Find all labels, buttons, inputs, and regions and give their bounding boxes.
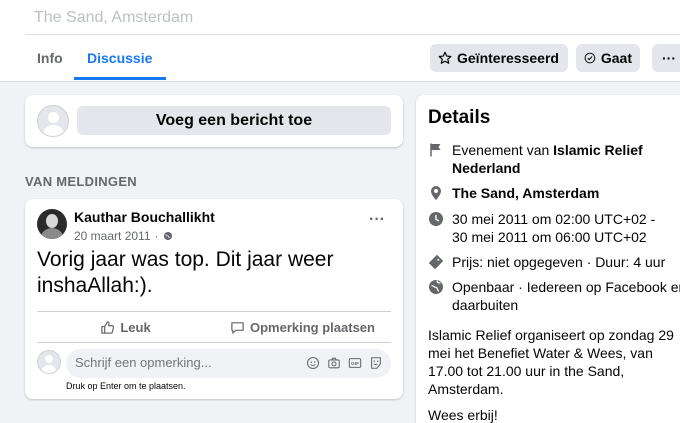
going-button[interactable]: Gaat bbox=[576, 44, 640, 72]
price-text: Prijs: niet opgegeven · Duur: 4 uur bbox=[452, 254, 666, 270]
visibility-text: Openbaar · Iedereen op Facebook en daarb… bbox=[452, 279, 680, 313]
organizer-text: Evenement van Islamic Relief Nederland bbox=[452, 141, 680, 177]
time-end: 30 mei 2011 om 06:00 UTC+02 bbox=[452, 229, 647, 245]
like-button[interactable]: Leuk bbox=[37, 312, 214, 342]
author-avatar[interactable] bbox=[37, 209, 67, 239]
location-pin-icon bbox=[431, 186, 441, 200]
commenter-avatar bbox=[37, 350, 61, 374]
organizer-prefix: Evenement van bbox=[452, 142, 554, 158]
event-description: Islamic Relief organiseert op zondag 29 … bbox=[428, 327, 674, 397]
tab-info[interactable]: Info bbox=[37, 50, 63, 66]
emoji-icon[interactable] bbox=[306, 356, 320, 370]
details-card: Details Evenement van Islamic Relief Ned… bbox=[416, 95, 680, 423]
gif-icon[interactable]: GIF bbox=[348, 356, 362, 370]
tab-discussie[interactable]: Discussie bbox=[87, 50, 152, 66]
enter-hint: Druk op Enter om te plaatsen. bbox=[66, 381, 186, 391]
comment-tools: GIF bbox=[306, 356, 383, 370]
post-card: Kauthar Bouchallikht 20 maart 2011 · ···… bbox=[25, 199, 403, 399]
location-link[interactable]: The Sand, Amsterdam bbox=[452, 184, 680, 202]
visibility-row: Openbaar · Iedereen op Facebook en daarb… bbox=[428, 278, 680, 314]
post-more-button[interactable]: ··· bbox=[369, 211, 385, 229]
comment-input[interactable] bbox=[75, 355, 275, 370]
location-row: The Sand, Amsterdam bbox=[428, 184, 680, 202]
active-tab-indicator bbox=[74, 77, 166, 80]
comment-button[interactable]: Opmerking plaatsen bbox=[214, 312, 391, 342]
going-label: Gaat bbox=[600, 50, 632, 66]
globe-icon bbox=[429, 280, 443, 294]
compose-card: Voeg een bericht toe bbox=[25, 95, 403, 147]
flag-icon bbox=[430, 143, 441, 157]
like-label: Leuk bbox=[120, 319, 151, 335]
time-start: 30 mei 2011 om 02:00 UTC+02 - bbox=[452, 211, 656, 227]
interested-button[interactable]: Geïnteresseerd bbox=[430, 44, 568, 72]
post-meta: 20 maart 2011 · bbox=[74, 229, 173, 243]
ticket-icon bbox=[428, 254, 444, 270]
event-cta: Wees erbij! bbox=[428, 407, 498, 423]
comment-icon bbox=[231, 321, 244, 334]
meta-separator: · bbox=[154, 229, 159, 243]
more-icon: ··· bbox=[662, 50, 676, 66]
globe-icon bbox=[163, 231, 172, 241]
more-options-button[interactable]: ··· bbox=[652, 44, 680, 72]
post-author[interactable]: Kauthar Bouchallikht bbox=[74, 209, 215, 225]
svg-text:GIF: GIF bbox=[351, 361, 359, 367]
check-circle-icon bbox=[584, 52, 596, 64]
time-text: 30 mei 2011 om 02:00 UTC+02 - 30 mei 2011… bbox=[452, 210, 680, 246]
thumbs-up-icon bbox=[101, 320, 115, 334]
comment-box[interactable]: GIF bbox=[66, 349, 391, 378]
time-row: 30 mei 2011 om 02:00 UTC+02 - 30 mei 2011… bbox=[428, 210, 680, 246]
post-date[interactable]: 20 maart 2011 bbox=[74, 229, 151, 243]
event-header: The Sand, Amsterdam Info Discussie Geïnt… bbox=[0, 0, 680, 82]
post-text: Vorig jaar was top. Dit jaar weer inshaA… bbox=[37, 248, 334, 297]
header-divider bbox=[26, 34, 680, 35]
details-title: Details bbox=[428, 107, 491, 128]
interested-label: Geïnteresseerd bbox=[457, 50, 559, 66]
clock-icon bbox=[429, 212, 443, 226]
star-icon bbox=[438, 51, 452, 64]
organizer-row: Evenement van Islamic Relief Nederland bbox=[428, 141, 680, 177]
post-actions: Leuk Opmerking plaatsen bbox=[37, 311, 391, 343]
price-row: Prijs: niet opgegeven · Duur: 4 uur bbox=[428, 253, 680, 271]
comment-label: Opmerking plaatsen bbox=[250, 319, 375, 335]
section-label: VAN MELDINGEN bbox=[25, 174, 137, 189]
sticker-icon[interactable] bbox=[369, 356, 383, 370]
event-location-title: The Sand, Amsterdam bbox=[34, 9, 194, 26]
add-post-button[interactable]: Voeg een bericht toe bbox=[77, 106, 391, 135]
user-avatar bbox=[37, 105, 69, 137]
camera-icon[interactable] bbox=[327, 356, 341, 370]
